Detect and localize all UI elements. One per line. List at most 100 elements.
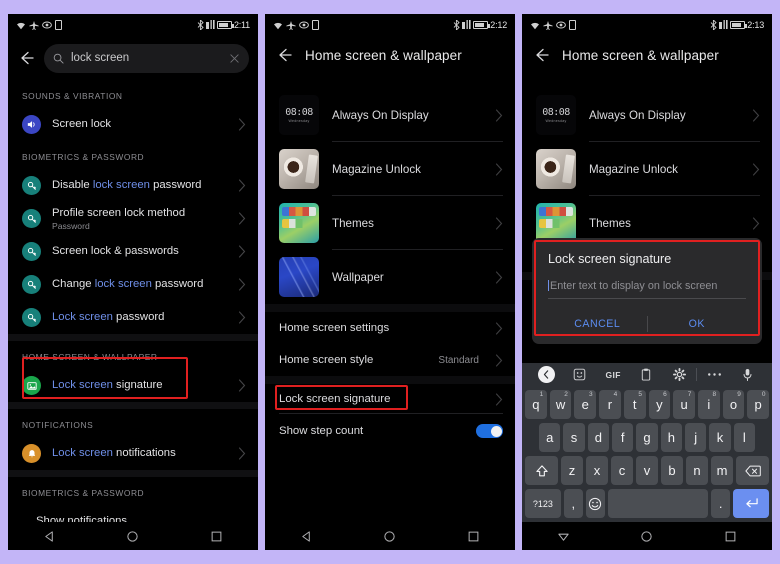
setting-row-always-on-display[interactable]: 08:08 Wednesday Always On Display <box>265 88 515 142</box>
ok-button[interactable]: OK <box>648 318 747 330</box>
key-s[interactable]: s <box>563 423 585 452</box>
clipboard-icon[interactable] <box>630 368 663 381</box>
chevron-right-icon <box>752 162 760 176</box>
key-z[interactable]: z <box>561 456 583 485</box>
setting-row-home-screen-settings[interactable]: Home screen settings <box>265 312 515 344</box>
setting-row-wallpaper[interactable]: Wallpaper <box>265 250 515 304</box>
key-n[interactable]: n <box>686 456 708 485</box>
back-arrow-icon[interactable] <box>275 46 293 64</box>
search-input[interactable]: lock screen <box>44 43 249 73</box>
list-item[interactable]: Screen lock <box>8 108 258 141</box>
emoji-icon[interactable] <box>585 489 605 518</box>
setting-row-label: Themes <box>589 216 631 230</box>
key-b[interactable]: b <box>661 456 683 485</box>
section-header: SOUNDS & VIBRATION <box>22 91 123 101</box>
key-y[interactable]: 6y <box>648 390 671 419</box>
microphone-icon[interactable] <box>731 368 764 382</box>
list-item-lock-screen-signature[interactable]: Lock screen signature <box>8 369 258 402</box>
search-input-value: lock screen <box>71 52 130 64</box>
list-item[interactable]: Lock screenLock screen password <box>8 301 258 334</box>
key-e[interactable]: 3e <box>574 390 597 419</box>
aod-time: 08:08 <box>542 107 570 118</box>
nav-recents-square[interactable] <box>210 530 223 543</box>
setting-row-magazine-unlock[interactable]: Magazine Unlock <box>522 142 772 196</box>
key-c[interactable]: c <box>611 456 633 485</box>
comma-key[interactable]: , <box>563 489 583 518</box>
key-u[interactable]: 7u <box>673 390 695 419</box>
key-m[interactable]: m <box>711 456 733 485</box>
cancel-button[interactable]: CANCEL <box>548 318 647 330</box>
status-left-icons <box>16 20 62 30</box>
chevron-right-icon <box>752 108 760 122</box>
eye-icon <box>42 21 52 29</box>
setting-row-always-on-display[interactable]: 08:08 Wednesday Always On Display <box>522 88 772 142</box>
key-r[interactable]: 4r <box>599 390 621 419</box>
shift-icon[interactable] <box>525 456 558 485</box>
nav-home-circle[interactable] <box>640 530 653 543</box>
symbols-key[interactable]: ?123 <box>525 489 561 518</box>
nav-recents-square[interactable] <box>724 530 737 543</box>
key-g[interactable]: g <box>636 423 658 452</box>
space-key[interactable] <box>607 489 709 518</box>
section-header: BIOMETRICS & PASSWORD <box>22 152 145 162</box>
list-item[interactable]: Profile screen lock method Password <box>8 202 258 235</box>
backspace-icon[interactable] <box>736 456 769 485</box>
more-dots-icon[interactable] <box>697 372 730 377</box>
nav-recents-square[interactable] <box>467 530 480 543</box>
nav-back-triangle[interactable] <box>300 530 313 543</box>
settings-gear-icon[interactable] <box>663 368 696 381</box>
key-label: t <box>632 397 637 412</box>
setting-row-lock-screen-signature[interactable]: Lock screen signature <box>265 384 515 414</box>
setting-row-themes[interactable]: Themes <box>265 196 515 250</box>
key-p[interactable]: 0p <box>747 390 770 419</box>
setting-row-magazine-unlock[interactable]: Magazine Unlock <box>265 142 515 196</box>
nav-back-triangle[interactable] <box>43 530 56 543</box>
themes-thumbnail <box>279 203 319 243</box>
list-item[interactable]: Screen lock & passwords <box>8 235 258 268</box>
key-l[interactable]: l <box>733 423 755 452</box>
key-i[interactable]: 8i <box>697 390 720 419</box>
key-w[interactable]: 2w <box>549 390 572 419</box>
setting-row-label: Home screen style <box>279 354 374 366</box>
setting-row-label: Magazine Unlock <box>332 162 421 176</box>
back-arrow-icon[interactable] <box>17 49 35 67</box>
airplane-icon <box>29 20 39 30</box>
key-o[interactable]: 9o <box>722 390 745 419</box>
key-icon <box>22 176 41 195</box>
key-number: 2 <box>564 391 568 398</box>
chevron-right-icon <box>238 379 246 392</box>
key-q[interactable]: 1q <box>524 390 547 419</box>
setting-row-home-screen-style[interactable]: Home screen style Standard <box>265 344 515 376</box>
nav-home-circle[interactable] <box>126 530 139 543</box>
nav-down-triangle[interactable] <box>557 530 570 543</box>
setting-row-show-step-count[interactable]: Show step count <box>265 414 515 448</box>
key-d[interactable]: d <box>587 423 609 452</box>
key-h[interactable]: h <box>660 423 682 452</box>
show-step-count-toggle[interactable] <box>476 424 503 438</box>
signature-text-input[interactable]: Enter text to display on lock screen <box>548 280 746 299</box>
list-item[interactable]: Lock screen notifications <box>8 437 258 470</box>
gif-label[interactable]: GIF <box>597 370 630 380</box>
key-t[interactable]: 5t <box>623 390 646 419</box>
key-k[interactable]: k <box>709 423 731 452</box>
back-chevron-icon[interactable] <box>530 366 563 383</box>
key-v[interactable]: v <box>636 456 658 485</box>
list-item[interactable]: Change lock screen password <box>8 268 258 301</box>
enter-icon[interactable] <box>733 489 769 518</box>
chevron-right-icon <box>238 311 246 324</box>
back-arrow-icon[interactable] <box>532 46 550 64</box>
nav-home-circle[interactable] <box>383 530 396 543</box>
chevron-right-icon <box>238 212 246 225</box>
key-x[interactable]: x <box>586 456 608 485</box>
on-screen-keyboard: GIF 1q 2w 3e 4r 5t 6 y 7 u 8 i 9 o 0 p a… <box>522 363 772 522</box>
key-j[interactable]: j <box>684 423 707 452</box>
period-key[interactable]: . <box>711 489 731 518</box>
key-a[interactable]: a <box>539 423 561 452</box>
key-icon <box>22 308 41 327</box>
list-item[interactable]: Disable lock screen password <box>8 169 258 202</box>
sticker-icon[interactable] <box>563 368 596 381</box>
key-f[interactable]: f <box>612 423 634 452</box>
bluetooth-icon <box>453 20 460 30</box>
aod-date: Wednesday <box>288 119 310 123</box>
list-item-title: Screen lock <box>52 118 112 131</box>
